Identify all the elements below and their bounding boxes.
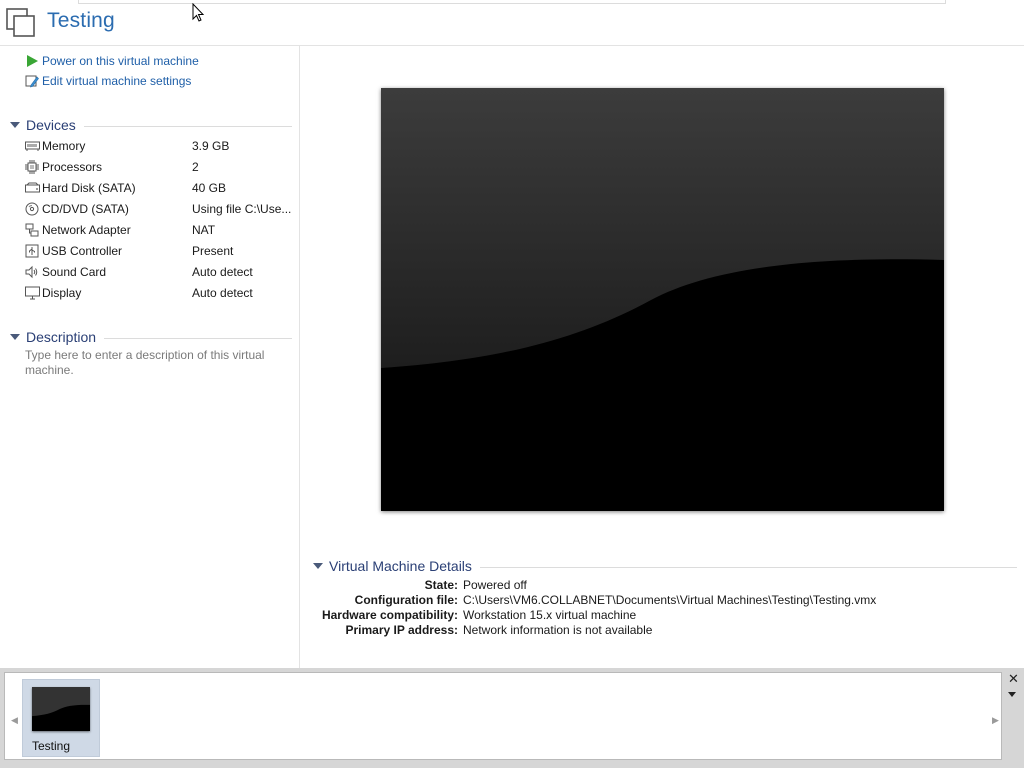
thumbnail-bar: ◀ Testing ▶ ✕: [0, 668, 1024, 768]
detail-row-primary-ip: Primary IP address: Network information …: [301, 623, 1021, 638]
scroll-left-arrow-icon[interactable]: ◀: [11, 715, 18, 726]
right-pane: Virtual Machine Details State: Powered o…: [301, 46, 1024, 668]
detail-key: Primary IP address:: [345, 623, 458, 637]
edit-settings-label: Edit virtual machine settings: [42, 74, 192, 88]
detail-row-state: State: Powered off: [301, 578, 1021, 593]
devices-header-label: Devices: [26, 117, 76, 133]
hard-disk-icon: [24, 181, 40, 195]
device-name: USB Controller: [42, 244, 123, 258]
device-value: 3.9 GB: [192, 139, 230, 153]
device-name: Memory: [42, 139, 86, 153]
close-icon[interactable]: ✕: [1008, 671, 1019, 687]
detail-key: State:: [424, 578, 458, 592]
collapse-triangle-icon: [10, 122, 20, 128]
processor-icon: [24, 160, 40, 174]
device-row-network-adapter[interactable]: Network Adapter NAT: [24, 221, 294, 239]
left-pane: Power on this virtual machine Edit virtu…: [0, 46, 300, 668]
power-on-link[interactable]: Power on this virtual machine: [24, 53, 199, 69]
power-on-label: Power on this virtual machine: [42, 54, 199, 68]
cd-dvd-icon: [24, 202, 40, 216]
header-top-divider: [78, 0, 946, 4]
scroll-right-arrow-icon[interactable]: ▶: [992, 715, 999, 726]
section-divider: [83, 126, 292, 127]
device-name: Display: [42, 286, 82, 300]
play-icon: [24, 54, 40, 68]
device-row-cd-dvd[interactable]: CD/DVD (SATA) Using file C:\Use...: [24, 200, 294, 218]
network-adapter-icon: [24, 223, 40, 237]
device-name: Sound Card: [42, 265, 107, 279]
detail-key: Configuration file:: [354, 593, 458, 607]
edit-settings-link[interactable]: Edit virtual machine settings: [24, 73, 191, 89]
device-value: Auto detect: [192, 286, 253, 300]
device-value: Using file C:\Use...: [192, 202, 292, 216]
vm-screen-preview[interactable]: [381, 88, 944, 511]
device-row-memory[interactable]: Memory 3.9 GB: [24, 137, 294, 155]
display-icon: [24, 286, 40, 300]
details-header-label: Virtual Machine Details: [329, 558, 472, 574]
vm-thumbnail-label: Testing: [32, 739, 71, 753]
sound-icon: [24, 265, 40, 279]
detail-row-hardware-compatibility: Hardware compatibility: Workstation 15.x…: [301, 608, 1021, 623]
edit-settings-icon: [24, 74, 40, 88]
description-text-area[interactable]: Type here to enter a description of this…: [25, 348, 285, 378]
device-name: Processors: [42, 160, 103, 174]
section-divider: [104, 338, 292, 339]
device-row-sound-card[interactable]: Sound Card Auto detect: [24, 263, 294, 281]
device-name: CD/DVD (SATA): [42, 202, 129, 216]
vm-thumbnail-image: [32, 687, 90, 731]
device-value: Auto detect: [192, 265, 253, 279]
detail-row-configuration-file: Configuration file: C:\Users\VM6.COLLABN…: [301, 593, 1021, 608]
device-value: NAT: [192, 223, 216, 237]
collapse-triangle-icon: [313, 563, 323, 569]
device-row-usb-controller[interactable]: USB Controller Present: [24, 242, 294, 260]
description-header-label: Description: [26, 329, 97, 345]
vm-thumbnail-testing[interactable]: Testing: [22, 679, 100, 757]
device-row-processors[interactable]: Processors 2: [24, 158, 294, 176]
device-value: Present: [192, 244, 234, 258]
detail-value: Powered off: [463, 578, 527, 592]
devices-section-header[interactable]: Devices: [10, 117, 292, 133]
header: Testing: [0, 0, 1024, 46]
usb-icon: [24, 244, 40, 258]
detail-key: Hardware compatibility:: [321, 608, 458, 622]
description-section-header[interactable]: Description: [10, 329, 292, 345]
device-row-display[interactable]: Display Auto detect: [24, 284, 294, 302]
device-value: 2: [192, 160, 199, 174]
page-title: Testing: [47, 9, 115, 32]
detail-value: C:\Users\VM6.COLLABNET\Documents\Virtual…: [463, 593, 877, 607]
thumbnail-area: ◀ Testing ▶: [4, 672, 1002, 760]
collapse-triangle-icon: [10, 334, 20, 340]
device-name: Network Adapter: [42, 223, 131, 237]
device-value: 40 GB: [192, 181, 227, 195]
section-divider: [479, 567, 1017, 568]
details-section-header[interactable]: Virtual Machine Details: [313, 558, 1017, 574]
device-row-hard-disk[interactable]: Hard Disk (SATA) 40 GB: [24, 179, 294, 197]
dropdown-arrow-icon[interactable]: [1008, 692, 1016, 697]
device-name: Hard Disk (SATA): [42, 181, 136, 195]
memory-icon: [24, 139, 40, 153]
mouse-cursor-icon: [192, 2, 206, 23]
detail-value: Network information is not available: [463, 623, 653, 637]
detail-value: Workstation 15.x virtual machine: [463, 608, 637, 622]
virtual-machine-icon: [6, 8, 36, 38]
